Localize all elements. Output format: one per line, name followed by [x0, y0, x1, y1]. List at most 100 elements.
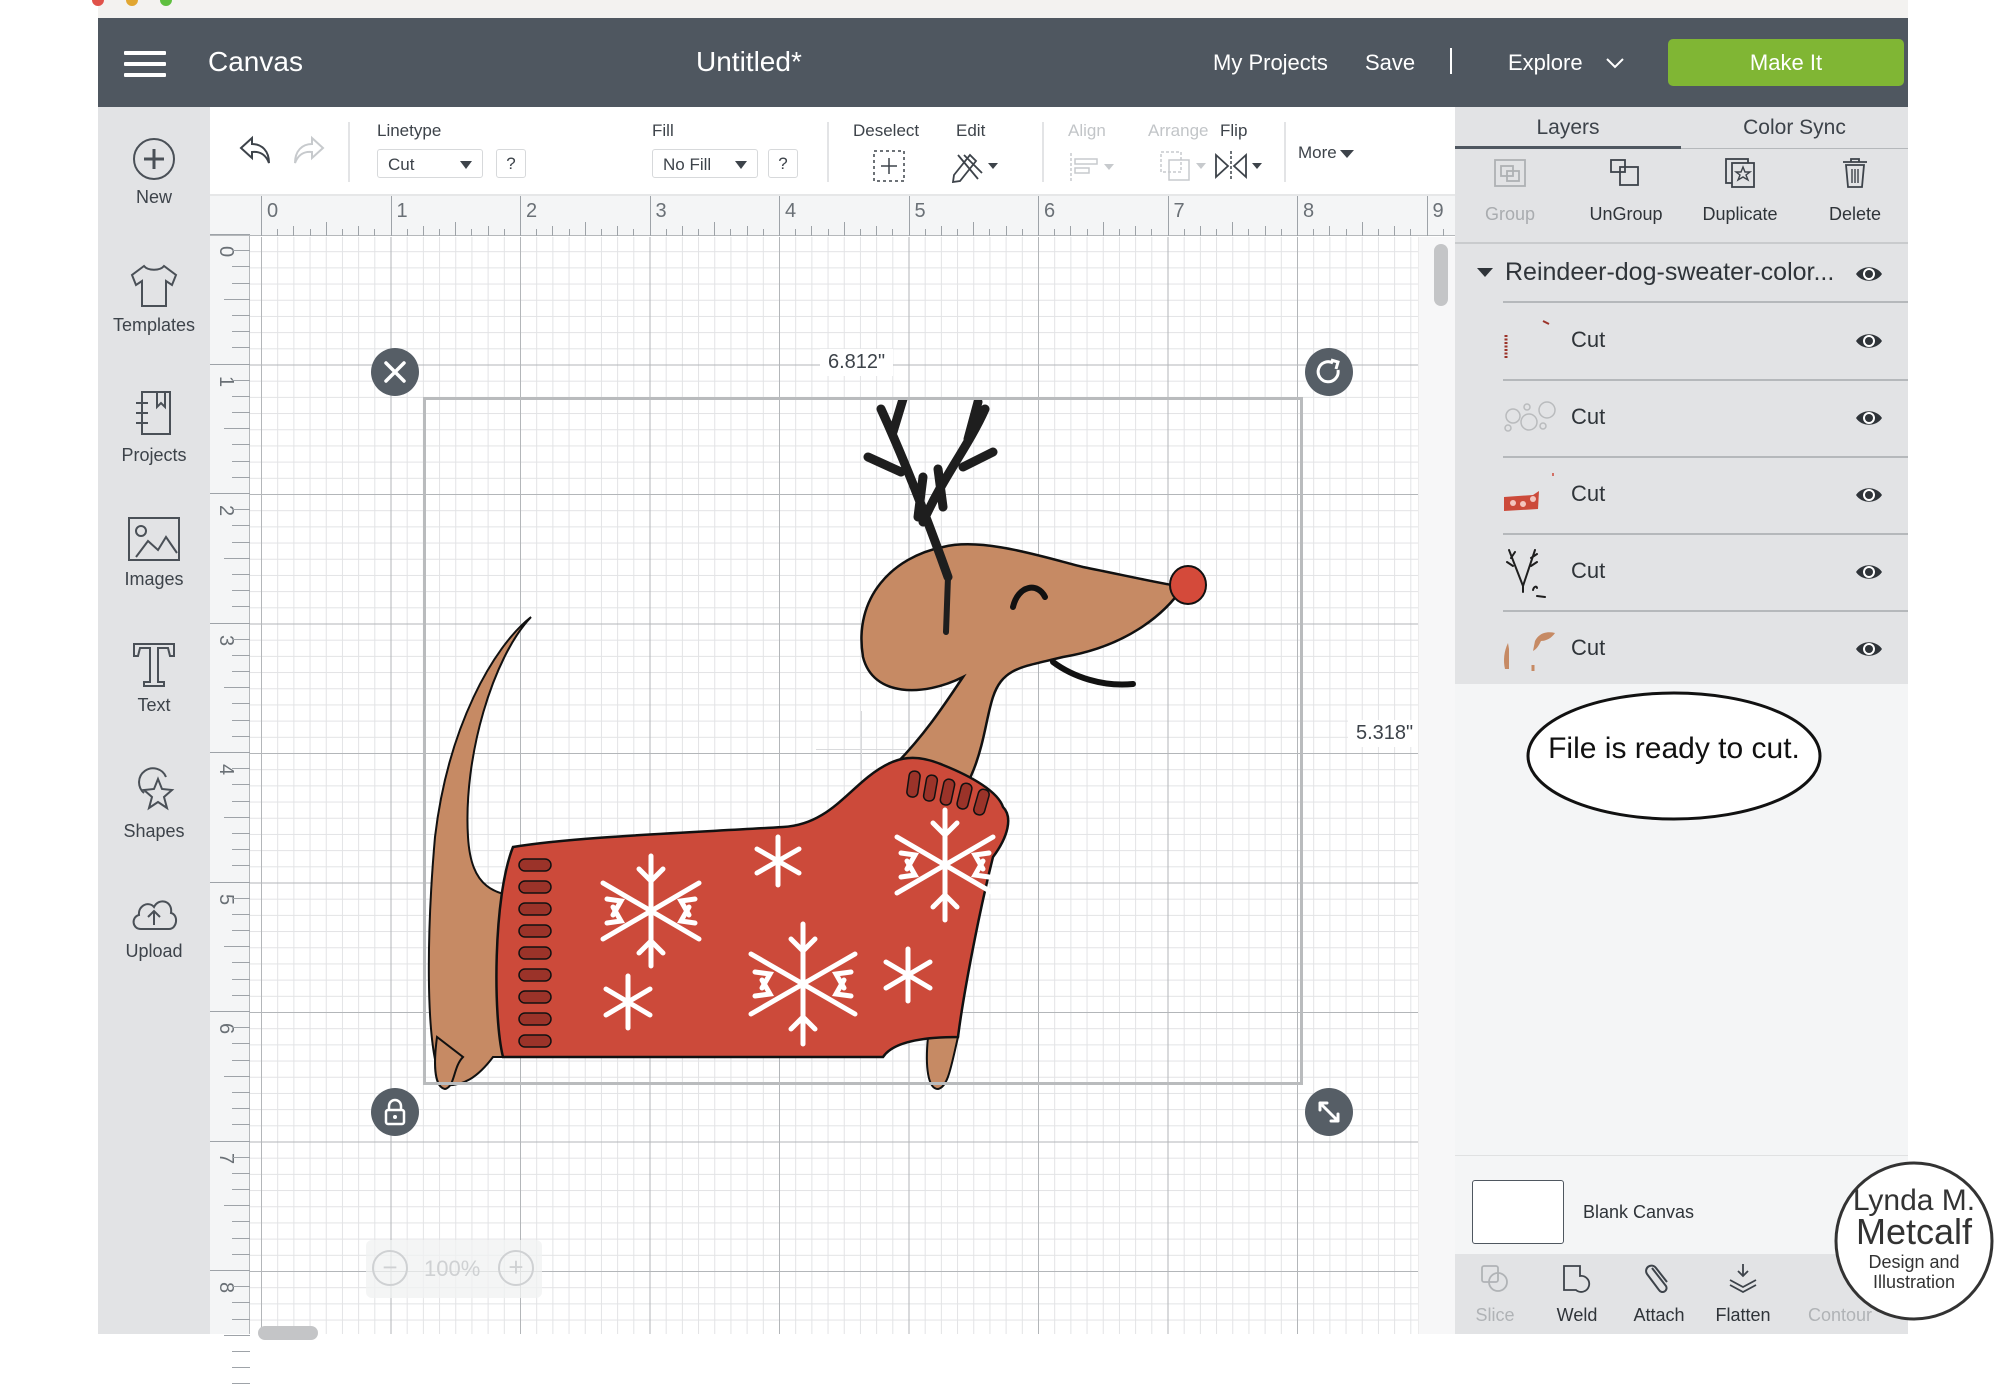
ruler-minor-tick: [957, 229, 959, 236]
chevron-down-icon[interactable]: [1606, 54, 1624, 72]
eye-icon[interactable]: [1855, 562, 1883, 582]
eye-icon[interactable]: [1855, 408, 1883, 428]
flip-icon[interactable]: [1212, 149, 1264, 183]
collapse-triangle-icon[interactable]: [1477, 268, 1493, 277]
ruler-minor-tick: [232, 1156, 250, 1158]
ruler-tick-label: 3: [215, 634, 238, 646]
sidebar-item-templates[interactable]: Templates: [98, 263, 210, 373]
explore-link[interactable]: Explore: [1508, 50, 1583, 76]
sidebar-item-new[interactable]: New: [98, 137, 210, 247]
undo-icon[interactable]: [238, 135, 274, 165]
ruler-minor-tick: [358, 226, 360, 236]
watermark-circle: Lynda M. Metcalf Design and Illustration: [1834, 1161, 1994, 1321]
ruler-tick-label: 2: [215, 504, 238, 517]
ruler-tick-label: 4: [785, 200, 797, 222]
delete-button[interactable]: Delete: [1800, 157, 1910, 225]
horizontal-scrollbar-thumb[interactable]: [258, 1326, 318, 1340]
horizontal-ruler: 0 1 2 3 4 5 6 7 8 9: [210, 196, 1541, 236]
ruler-minor-tick: [1199, 226, 1201, 236]
linetype-help-button[interactable]: ?: [496, 149, 526, 178]
sidebar-item-label: Upload: [125, 941, 183, 961]
resize-handle[interactable]: [1305, 1088, 1353, 1136]
tab-color-sync[interactable]: Color Sync: [1681, 107, 1908, 149]
my-projects-link[interactable]: My Projects: [1213, 50, 1328, 76]
delete-handle[interactable]: [371, 348, 419, 396]
canvas-color-swatch[interactable]: [1472, 1180, 1564, 1244]
layer-row[interactable]: Cut: [1455, 611, 1908, 688]
sidebar-item-projects[interactable]: Projects: [98, 389, 210, 499]
ruler-minor-tick: [698, 229, 700, 236]
sidebar-item-text[interactable]: Text: [98, 641, 210, 751]
sidebar-item-images[interactable]: Images: [98, 515, 210, 625]
ruler-major-tick: [210, 622, 250, 624]
more-menu[interactable]: More: [1298, 143, 1354, 163]
flatten-button[interactable]: Flatten: [1703, 1262, 1783, 1326]
eye-icon[interactable]: [1855, 639, 1883, 659]
weld-button[interactable]: Weld: [1537, 1262, 1617, 1326]
ruler-minor-tick: [341, 229, 343, 236]
ruler-major-tick: [1297, 196, 1298, 236]
group-button[interactable]: Group: [1455, 157, 1565, 225]
eye-icon[interactable]: [1855, 264, 1883, 284]
align-icon[interactable]: [1068, 151, 1116, 181]
ruler-minor-tick: [232, 897, 250, 899]
ruler-minor-tick: [989, 229, 991, 236]
ruler-minor-tick: [232, 962, 250, 964]
duplicate-button[interactable]: Duplicate: [1685, 157, 1795, 225]
minimize-window-button[interactable]: [126, 0, 138, 6]
ungroup-button[interactable]: UnGroup: [1571, 157, 1681, 225]
hamburger-menu-icon[interactable]: [124, 51, 166, 77]
tab-layers[interactable]: Layers: [1455, 107, 1681, 149]
rotate-handle[interactable]: [1305, 348, 1353, 396]
edit-tools-icon[interactable]: [950, 149, 1000, 183]
fill-help-button[interactable]: ?: [768, 149, 798, 178]
deselect-icon[interactable]: [872, 149, 906, 183]
weld-label: Weld: [1556, 1305, 1598, 1325]
lock-handle[interactable]: [371, 1088, 419, 1136]
slice-button[interactable]: Slice: [1455, 1262, 1535, 1326]
arrange-icon[interactable]: [1158, 149, 1208, 183]
ungroup-label: UnGroup: [1589, 204, 1663, 224]
close-window-button[interactable]: [92, 0, 104, 6]
fill-select[interactable]: No Fill: [652, 149, 758, 178]
upload-cloud-icon: [132, 900, 177, 930]
layer-name: Cut: [1571, 558, 1606, 583]
ruler-minor-tick: [232, 1124, 250, 1126]
layer-row[interactable]: Cut: [1455, 457, 1908, 535]
close-icon: [384, 361, 406, 383]
ruler-minor-tick: [892, 229, 894, 236]
linetype-select[interactable]: Cut: [377, 149, 483, 178]
layer-row[interactable]: Cut: [1455, 380, 1908, 458]
zoom-out-button[interactable]: −: [372, 1250, 408, 1286]
ruler-major-tick: [1167, 196, 1169, 236]
zoom-window-button[interactable]: [160, 0, 172, 6]
ruler-tick-label: 4: [215, 763, 238, 776]
vertical-scrollbar-thumb[interactable]: [1434, 244, 1448, 306]
group-icon: [1494, 159, 1526, 187]
ruler-minor-tick: [232, 638, 250, 640]
make-it-button[interactable]: Make It: [1668, 39, 1904, 86]
layer-group-row[interactable]: Reindeer-dog-sweater-color...: [1455, 244, 1908, 303]
sidebar-item-label: Templates: [112, 315, 196, 335]
eye-icon[interactable]: [1855, 485, 1883, 505]
sidebar-item-label: Images: [124, 569, 184, 589]
vertical-ruler: 0 1 2 3 4 5 6 7 8: [210, 234, 250, 1384]
selection-bounding-box[interactable]: [423, 397, 1303, 1085]
sidebar-item-shapes[interactable]: Shapes: [98, 767, 210, 877]
sidebar-item-upload[interactable]: Upload: [98, 893, 210, 1003]
ruler-minor-tick: [224, 946, 250, 948]
attach-button[interactable]: Attach: [1619, 1262, 1699, 1326]
zoom-in-button[interactable]: +: [498, 1250, 534, 1286]
layer-row[interactable]: Cut: [1455, 303, 1908, 381]
redo-icon[interactable]: [290, 135, 326, 165]
blank-canvas-label: Blank Canvas: [1583, 1202, 1695, 1222]
document-title: Untitled*: [696, 46, 802, 77]
eye-icon[interactable]: [1855, 331, 1883, 351]
toolbar-separator: [827, 122, 829, 182]
ruler-tick-label: 5: [914, 200, 926, 222]
linetype-value: Cut: [388, 155, 415, 174]
ruler-minor-tick: [1118, 229, 1120, 236]
save-link[interactable]: Save: [1365, 50, 1415, 76]
layer-row[interactable]: Cut: [1455, 534, 1908, 612]
ruler-major-tick: [649, 196, 651, 236]
